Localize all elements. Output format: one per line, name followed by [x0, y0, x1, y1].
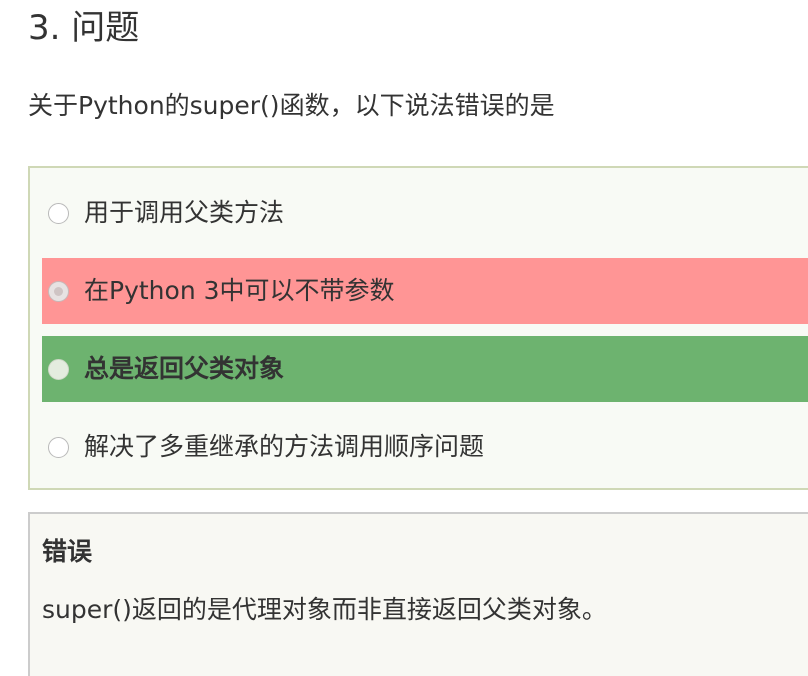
option-c-correct[interactable]: 总是返回父类对象: [42, 336, 808, 402]
option-label: 总是返回父类对象: [84, 354, 285, 383]
radio-button[interactable]: [48, 436, 69, 458]
feedback-title: 错误: [42, 537, 93, 566]
option-d[interactable]: 解决了多重继承的方法调用顺序问题: [42, 414, 808, 480]
option-a[interactable]: 用于调用父类方法: [42, 180, 808, 246]
option-label: 解决了多重继承的方法调用顺序问题: [84, 432, 485, 461]
option-label: 用于调用父类方法: [84, 198, 285, 227]
quiz-page: 3. 问题 关于Python的super()函数，以下说法错误的是 用于调用父类…: [0, 0, 808, 676]
feedback-panel: 错误 super()返回的是代理对象而非直接返回父类对象。: [28, 512, 808, 676]
option-b-selected-wrong[interactable]: 在Python 3中可以不带参数: [42, 258, 808, 324]
answer-options: 用于调用父类方法 在Python 3中可以不带参数 总是返回父类对象 解决了多重…: [28, 166, 808, 490]
option-label: 在Python 3中可以不带参数: [84, 276, 395, 305]
radio-button[interactable]: [48, 202, 69, 224]
question-heading: 3. 问题: [28, 8, 140, 48]
feedback-explanation: super()返回的是代理对象而非直接返回父类对象。: [42, 595, 607, 624]
radio-button[interactable]: [48, 280, 69, 302]
question-text: 关于Python的super()函数，以下说法错误的是: [28, 91, 555, 120]
radio-button[interactable]: [48, 358, 69, 380]
